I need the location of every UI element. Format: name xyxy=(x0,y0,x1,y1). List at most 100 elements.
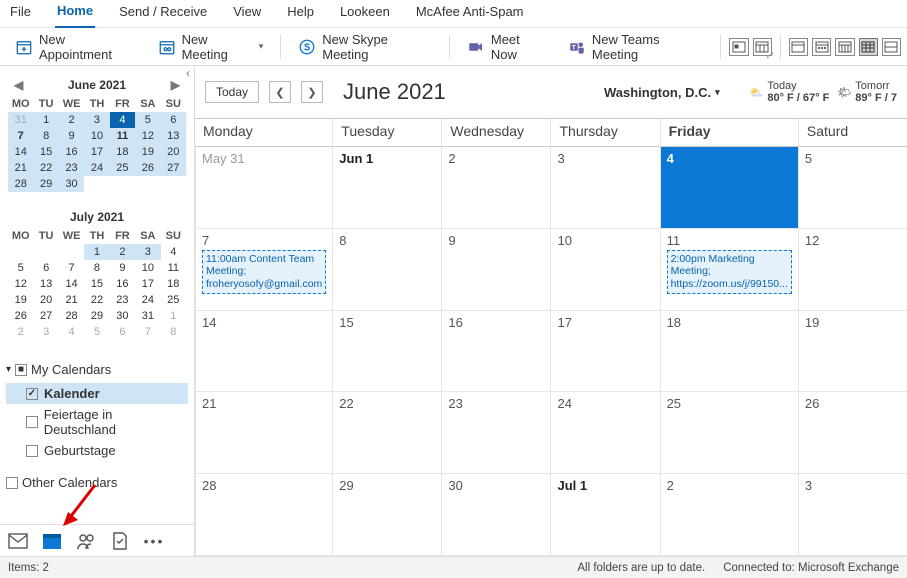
my-calendars-group[interactable]: ▾■My Calendars xyxy=(6,362,188,377)
mini-cal-day[interactable] xyxy=(8,244,33,260)
calendar-cell[interactable]: 30 xyxy=(441,474,550,556)
mini-cal-day[interactable]: 31 xyxy=(135,308,160,324)
mini-cal-day[interactable]: 13 xyxy=(161,128,186,144)
new-meeting-button[interactable]: New Meeting ▾ xyxy=(149,27,273,67)
calendar-grid[interactable]: MondayTuesdayWednesdayThursdayFridaySatu… xyxy=(195,118,907,556)
mini-cal-day[interactable]: 10 xyxy=(84,128,109,144)
mini-cal-day[interactable]: 30 xyxy=(110,308,135,324)
location-picker[interactable]: Washington, D.C.▾ xyxy=(604,85,720,100)
mini-cal-day[interactable]: 1 xyxy=(33,112,58,128)
week-view-button[interactable] xyxy=(835,38,854,56)
mini-cal-day[interactable]: 28 xyxy=(59,308,84,324)
view-today-button[interactable] xyxy=(729,38,748,56)
tasks-nav-button[interactable] xyxy=(110,531,130,551)
mini-cal-day[interactable]: 31 xyxy=(8,112,33,128)
tab-help[interactable]: Help xyxy=(285,0,316,27)
mini-cal-day[interactable]: 22 xyxy=(33,160,58,176)
mini-cal-day[interactable] xyxy=(33,244,58,260)
mini-cal-day[interactable]: 24 xyxy=(84,160,109,176)
other-calendars-group[interactable]: Other Calendars xyxy=(6,475,188,490)
mini-cal-day[interactable]: 17 xyxy=(135,276,160,292)
calendar-cell[interactable]: 28 xyxy=(195,474,332,556)
mini-cal-day[interactable]: 15 xyxy=(33,144,58,160)
mini-cal-day[interactable]: 3 xyxy=(135,244,160,260)
calendar-kalender[interactable]: ✓Kalender xyxy=(6,383,188,404)
mini-cal-day[interactable]: 19 xyxy=(8,292,33,308)
mini-cal-day[interactable]: 29 xyxy=(84,308,109,324)
mini-cal-day[interactable]: 18 xyxy=(161,276,186,292)
mini-cal-day[interactable]: 21 xyxy=(59,292,84,308)
mini-cal-day[interactable]: 28 xyxy=(8,176,33,192)
mini-cal-day[interactable]: 6 xyxy=(161,112,186,128)
calendar-cell[interactable]: 25 xyxy=(660,392,798,474)
mini-cal-day[interactable]: 14 xyxy=(8,144,33,160)
mini-cal-day[interactable]: 30 xyxy=(59,176,84,192)
mini-cal-grid-july[interactable]: MOTUWETHFRSASU12345678910111213141516171… xyxy=(8,228,186,340)
mini-cal-day[interactable]: 4 xyxy=(161,244,186,260)
mini-cal-day[interactable]: 19 xyxy=(135,144,160,160)
mail-nav-button[interactable] xyxy=(8,531,28,551)
mini-cal-day[interactable]: 1 xyxy=(161,308,186,324)
calendar-cell[interactable]: 15 xyxy=(332,311,441,393)
calendar-cell[interactable]: 8 xyxy=(332,229,441,311)
calendar-cell[interactable]: 19 xyxy=(798,311,907,393)
mini-cal-day[interactable]: 16 xyxy=(110,276,135,292)
work-week-view-button[interactable] xyxy=(812,38,831,56)
calendar-cell[interactable]: 16 xyxy=(441,311,550,393)
month-view-button[interactable] xyxy=(859,38,878,56)
view-next7-button[interactable]: ⤢ xyxy=(753,38,772,56)
mini-cal-day[interactable]: 16 xyxy=(59,144,84,160)
mini-cal-day[interactable]: 3 xyxy=(33,324,58,340)
today-button[interactable]: Today xyxy=(205,81,259,103)
calendar-cell[interactable]: 4 xyxy=(660,147,798,229)
calendar-cell[interactable]: 10 xyxy=(550,229,659,311)
calendar-cell[interactable]: 9 xyxy=(441,229,550,311)
mini-cal-day[interactable]: 17 xyxy=(84,144,109,160)
mini-cal-day[interactable]: 23 xyxy=(110,292,135,308)
tab-view[interactable]: View xyxy=(231,0,263,27)
mini-cal-day[interactable]: 6 xyxy=(33,260,58,276)
schedule-view-button[interactable] xyxy=(882,38,901,56)
mini-cal-day[interactable]: 3 xyxy=(84,112,109,128)
calendar-cell[interactable]: 2 xyxy=(441,147,550,229)
mini-cal-day[interactable]: 26 xyxy=(8,308,33,324)
calendar-cell[interactable]: 711:00am Content Team Meeting; froheryos… xyxy=(195,229,332,311)
new-appointment-button[interactable]: New Appointment xyxy=(6,27,145,67)
more-nav-button[interactable]: ••• xyxy=(144,531,164,551)
people-nav-button[interactable] xyxy=(76,531,96,551)
tab-lookeen[interactable]: Lookeen xyxy=(338,0,392,27)
mini-cal-day[interactable]: 13 xyxy=(33,276,58,292)
mini-cal-day[interactable]: 5 xyxy=(135,112,160,128)
calendar-cell[interactable]: Jul 1 xyxy=(550,474,659,556)
calendar-nav-button[interactable] xyxy=(42,531,62,551)
mini-cal-day[interactable]: 6 xyxy=(110,324,135,340)
calendar-cell[interactable]: 24 xyxy=(550,392,659,474)
next-month-button[interactable]: ▶ xyxy=(165,78,186,92)
calendar-cell[interactable]: 5 xyxy=(798,147,907,229)
new-teams-meeting-button[interactable]: T New Teams Meeting xyxy=(559,27,713,67)
mini-cal-day[interactable]: 7 xyxy=(59,260,84,276)
mini-cal-day[interactable]: 20 xyxy=(33,292,58,308)
mini-cal-day[interactable]: 4 xyxy=(59,324,84,340)
calendar-event[interactable]: 2:00pm Marketing Meeting; https://zoom.u… xyxy=(667,250,792,294)
mini-cal-day[interactable]: 7 xyxy=(135,324,160,340)
calendar-feiertage[interactable]: Feiertage in Deutschland xyxy=(6,404,188,440)
mini-cal-day[interactable]: 27 xyxy=(161,160,186,176)
mini-cal-day[interactable]: 8 xyxy=(84,260,109,276)
calendar-cell[interactable]: 3 xyxy=(798,474,907,556)
mini-cal-day[interactable]: 8 xyxy=(161,324,186,340)
meet-now-button[interactable]: Meet Now xyxy=(458,27,555,67)
calendar-cell[interactable]: 29 xyxy=(332,474,441,556)
mini-cal-day[interactable]: 14 xyxy=(59,276,84,292)
mini-cal-day[interactable]: 15 xyxy=(84,276,109,292)
mini-cal-day[interactable]: 26 xyxy=(135,160,160,176)
day-view-button[interactable] xyxy=(789,38,808,56)
mini-cal-day[interactable]: 21 xyxy=(8,160,33,176)
mini-cal-day[interactable]: 11 xyxy=(110,128,135,144)
next-button[interactable]: ❯ xyxy=(301,81,323,103)
calendar-cell[interactable]: 12 xyxy=(798,229,907,311)
weather-today[interactable]: ⛅ Today80° F / 67° F xyxy=(750,80,830,104)
mini-cal-day[interactable]: 29 xyxy=(33,176,58,192)
calendar-cell[interactable]: 14 xyxy=(195,311,332,393)
mini-cal-grid-june[interactable]: MOTUWETHFRSASU31123456789101112131415161… xyxy=(8,96,186,192)
